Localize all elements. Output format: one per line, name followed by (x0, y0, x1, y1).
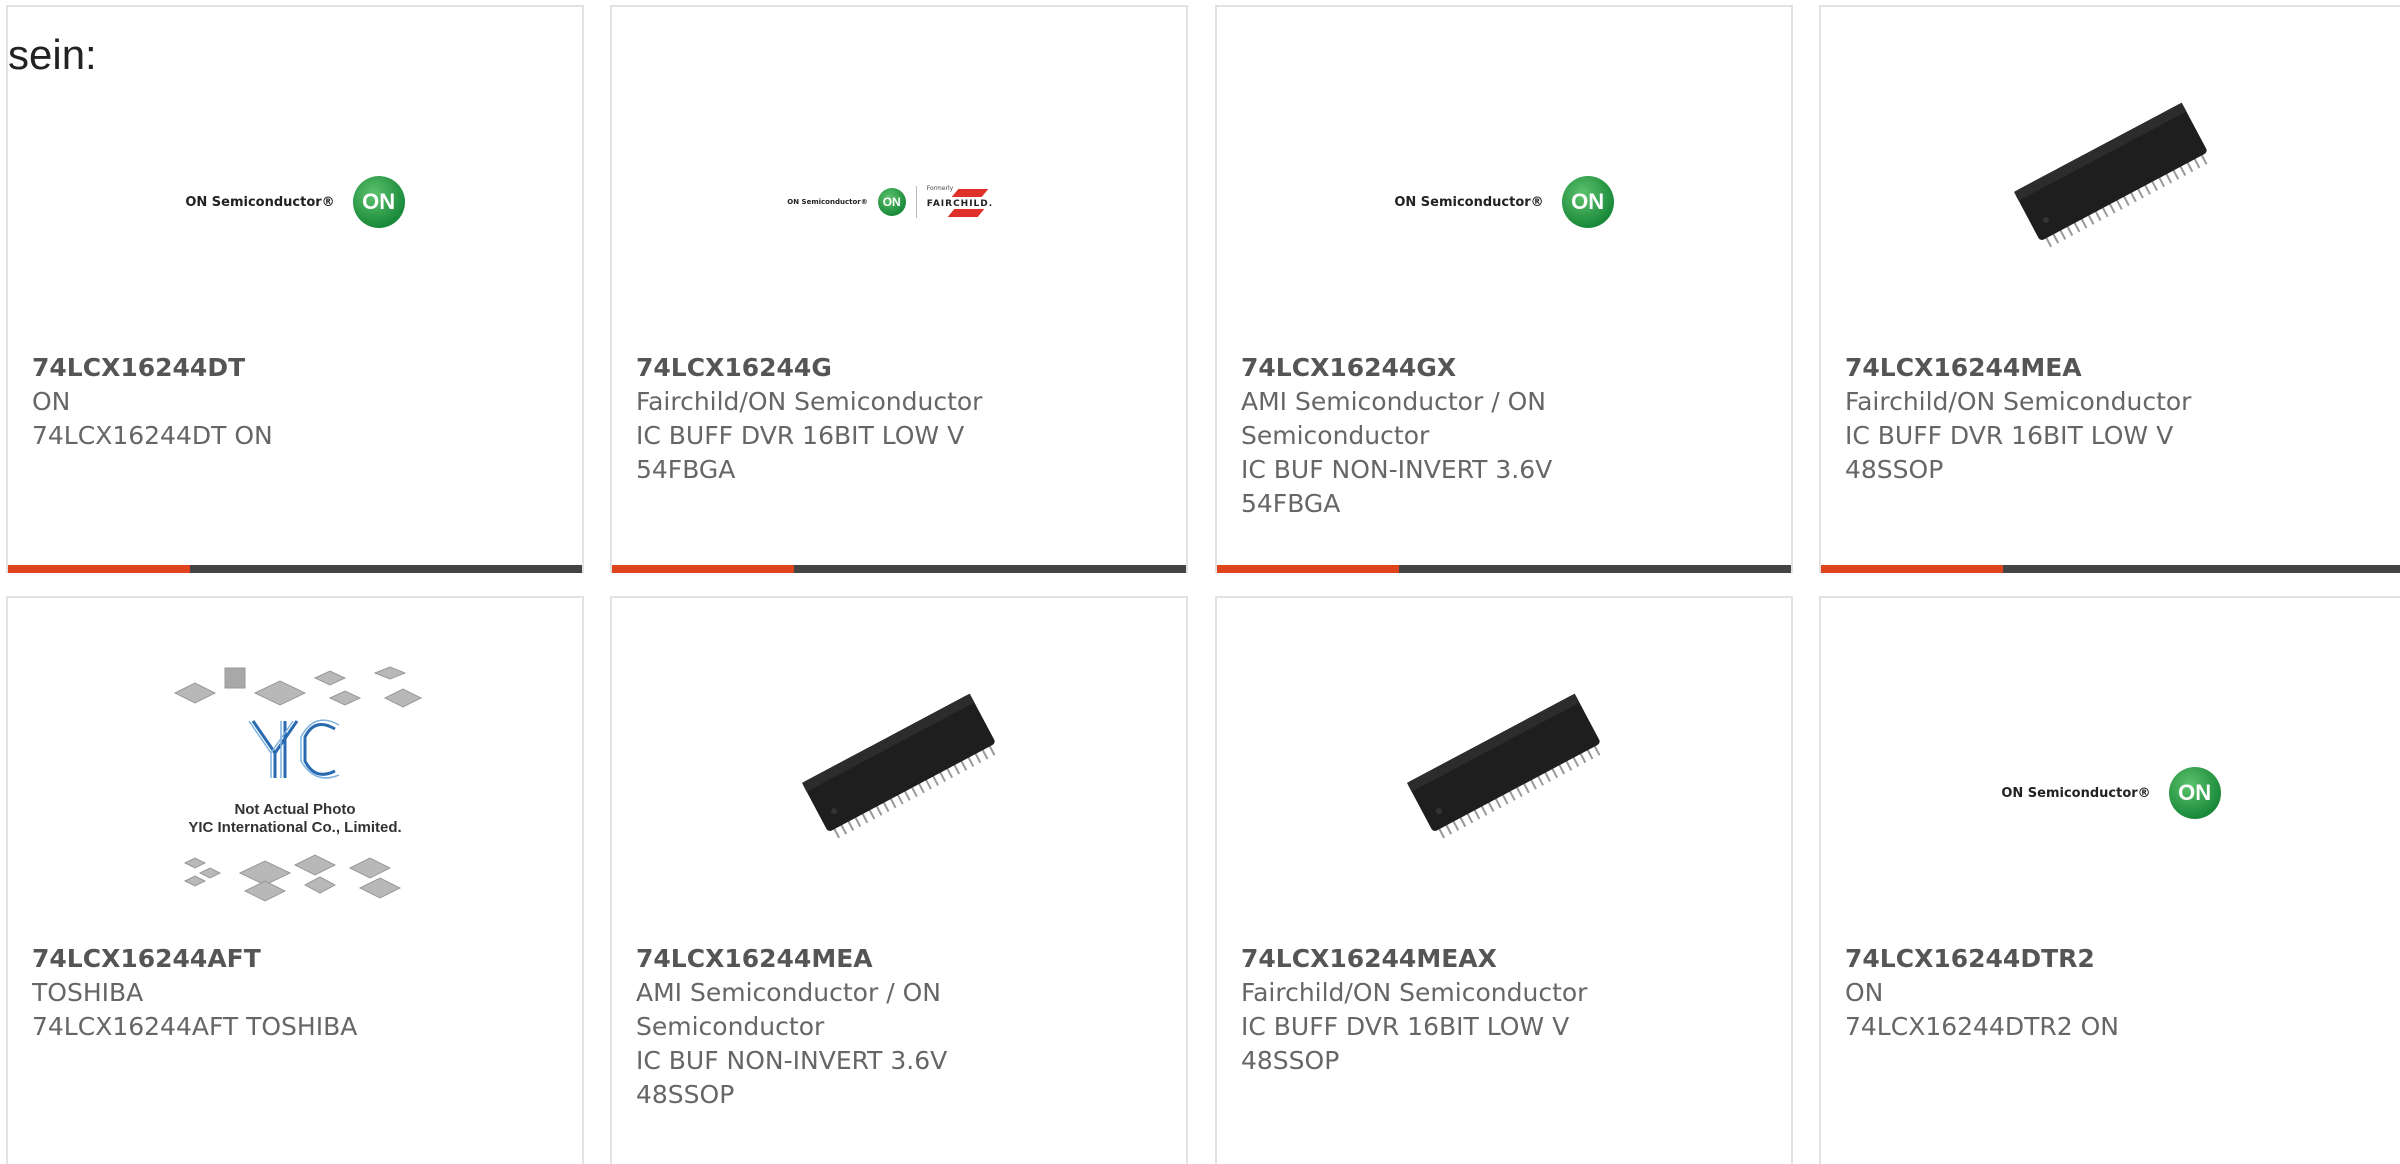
manufacturer: Fairchild/ON Semiconductor (1241, 978, 1588, 1007)
manufacturer: Fairchild/ON Semiconductor (1845, 387, 2192, 416)
logo-formerly-text: Formerly (926, 185, 954, 192)
product-info: 74LCX16244GX AMI Semiconductor / ON Semi… (1241, 351, 1591, 521)
card-accent (1821, 565, 2003, 573)
product-card[interactable]: 74LCX16244MEAX Fairchild/ON Semiconducto… (1215, 596, 1793, 1164)
ssop-chip-photo (1399, 663, 1609, 863)
logo-text: ON Semiconductor® (1394, 194, 1544, 210)
part-number-link[interactable]: 74LCX16244GX (1241, 351, 1591, 385)
part-number-link[interactable]: 74LCX16244G (636, 351, 1166, 385)
fairchild-text: FAIRCHILD. (926, 199, 994, 209)
package: 48SSOP (1845, 455, 1944, 484)
part-number-link[interactable]: 74LCX16244MEAX (1241, 942, 1771, 976)
part-number-link[interactable]: 74LCX16244DTR2 (1845, 942, 2381, 976)
product-card[interactable]: ON Semiconductor® ON Formerly FAIRCHILD.… (610, 5, 1188, 573)
product-card[interactable]: ON Semiconductor® ON 74LCX16244DT ON 74L… (6, 5, 584, 573)
fairchild-logo: Formerly FAIRCHILD. (927, 185, 1011, 219)
product-info: 74LCX16244G Fairchild/ON Semiconductor I… (636, 351, 1166, 487)
product-card[interactable]: 74LCX16244MEA AMI Semiconductor / ON Sem… (610, 596, 1188, 1164)
on-semiconductor-logo: ON Semiconductor® ON (2001, 767, 2221, 819)
on-badge-icon: ON (877, 188, 906, 216)
description: IC BUFF DVR 16BIT LOW V (1845, 421, 2174, 450)
product-card[interactable]: ON Semiconductor® ON 74LCX16244DTR2 ON 7… (1819, 596, 2400, 1164)
logo-text: ON Semiconductor® (787, 198, 868, 206)
manufacturer: Fairchild/ON Semiconductor (636, 387, 983, 416)
product-info: 74LCX16244DTR2 ON 74LCX16244DTR2 ON (1845, 942, 2381, 1044)
part-number-link[interactable]: 74LCX16244AFT (32, 942, 562, 976)
description: IC BUFF DVR 16BIT LOW V (636, 421, 965, 450)
yic-caption-line: YIC International Co., Limited. (188, 819, 402, 836)
manufacturer: AMI Semiconductor / ON Semiconductor (636, 978, 941, 1041)
yic-placeholder-image: Not Actual Photo YIC International Co., … (165, 653, 425, 913)
manufacturer: ON (32, 387, 71, 416)
description: 74LCX16244DTR2 ON (1845, 1012, 2119, 1041)
package: 54FBGA (636, 455, 736, 484)
description: IC BUFF DVR 16BIT LOW V (1241, 1012, 1570, 1041)
package: 48SSOP (1241, 1046, 1340, 1075)
on-semiconductor-logo: ON Semiconductor® ON (185, 176, 405, 228)
description: IC BUF NON-INVERT 3.6V (1241, 455, 1553, 484)
product-image[interactable] (1217, 618, 1791, 908)
card-accent (8, 565, 190, 573)
product-card[interactable]: Not Actual Photo YIC International Co., … (6, 596, 584, 1164)
product-image[interactable]: ON Semiconductor® ON (1821, 648, 2400, 938)
product-image[interactable]: ON Semiconductor® ON (1217, 57, 1791, 347)
yic-caption-line: Not Actual Photo (234, 801, 356, 818)
part-number-link[interactable]: 74LCX16244DT (32, 351, 562, 385)
ssop-chip-photo (794, 663, 1004, 863)
yic-caption: Not Actual Photo YIC International Co., … (165, 801, 425, 837)
description: IC BUF NON-INVERT 3.6V (636, 1046, 948, 1075)
card-accent (612, 565, 794, 573)
logo-divider (915, 186, 917, 218)
product-info: 74LCX16244AFT TOSHIBA 74LCX16244AFT TOSH… (32, 942, 562, 1044)
product-image[interactable] (1821, 27, 2400, 317)
manufacturer: AMI Semiconductor / ON Semiconductor (1241, 387, 1546, 450)
product-image[interactable] (612, 618, 1186, 908)
product-image[interactable]: Not Actual Photo YIC International Co., … (8, 638, 582, 928)
manufacturer: ON (1845, 978, 1884, 1007)
ssop-chip-photo (2006, 72, 2216, 272)
product-info: 74LCX16244MEA Fairchild/ON Semiconductor… (1845, 351, 2381, 487)
product-info: 74LCX16244MEA AMI Semiconductor / ON Sem… (636, 942, 986, 1112)
card-bottom-bar (8, 565, 582, 573)
manufacturer: TOSHIBA (32, 978, 144, 1007)
card-bottom-bar (612, 565, 1186, 573)
part-number-link[interactable]: 74LCX16244MEA (636, 942, 986, 976)
card-accent (1217, 565, 1399, 573)
logo-text: ON Semiconductor® (185, 194, 335, 210)
card-bottom-bar (1217, 565, 1791, 573)
product-image[interactable]: ON Semiconductor® ON Formerly FAIRCHILD. (612, 57, 1186, 347)
on-badge-icon: ON (2168, 767, 2221, 819)
product-card[interactable]: ON Semiconductor® ON 74LCX16244GX AMI Se… (1215, 5, 1793, 573)
card-bottom-bar (1821, 565, 2400, 573)
logo-text: ON Semiconductor® (2001, 785, 2151, 801)
package: 54FBGA (1241, 489, 1341, 518)
description: 74LCX16244DT ON (32, 421, 273, 450)
on-fairchild-logo: ON Semiconductor® ON Formerly FAIRCHILD. (787, 185, 1010, 219)
on-badge-icon: ON (1561, 176, 1614, 228)
description: 74LCX16244AFT TOSHIBA (32, 1012, 358, 1041)
product-grid: ON Semiconductor® ON 74LCX16244DT ON 74L… (0, 0, 2400, 1164)
section-heading: sein: (8, 31, 97, 78)
product-card[interactable]: 74LCX16244MEA Fairchild/ON Semiconductor… (1819, 5, 2400, 573)
product-info: 74LCX16244MEAX Fairchild/ON Semiconducto… (1241, 942, 1771, 1078)
on-semiconductor-logo: ON Semiconductor® ON (1394, 176, 1614, 228)
product-image[interactable]: ON Semiconductor® ON (8, 57, 582, 347)
part-number-link[interactable]: 74LCX16244MEA (1845, 351, 2381, 385)
product-info: 74LCX16244DT ON 74LCX16244DT ON (32, 351, 562, 453)
package: 48SSOP (636, 1080, 735, 1109)
on-badge-icon: ON (352, 176, 405, 228)
